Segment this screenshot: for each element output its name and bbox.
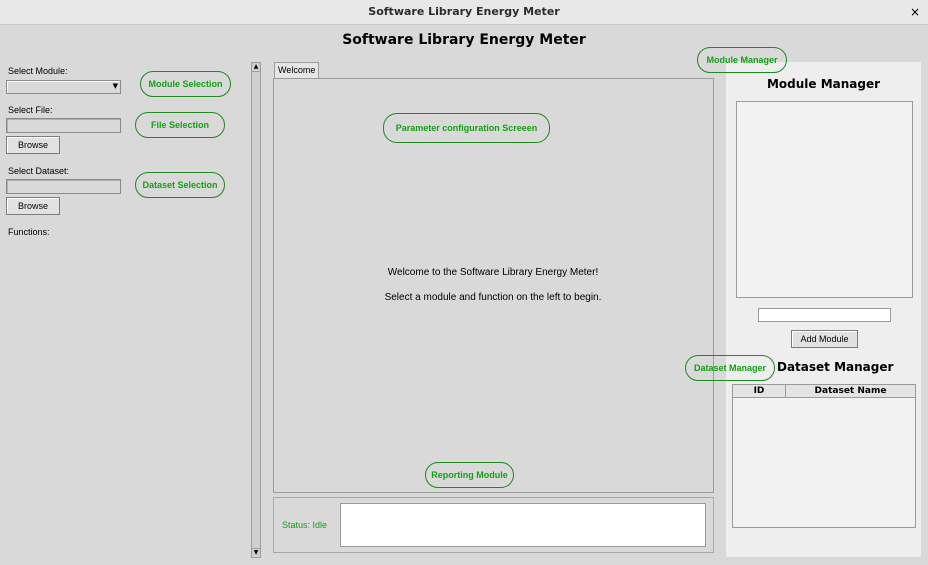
annotation-dataset-manager: Dataset Manager: [685, 355, 775, 381]
chevron-down-icon: ▼: [112, 82, 118, 90]
module-combobox[interactable]: ▼: [6, 80, 121, 94]
welcome-line-1: Welcome to the Software Library Energy M…: [387, 267, 599, 278]
app-title: Software Library Energy Meter: [342, 32, 586, 48]
module-manager-title: Module Manager: [766, 77, 881, 91]
column-header-id[interactable]: ID: [733, 385, 786, 398]
window-title: Software Library Energy Meter: [368, 5, 560, 18]
scroll-up-icon[interactable]: ▲: [252, 63, 260, 72]
status-text: Status: Idle: [282, 520, 328, 530]
select-dataset-label: Select Dataset:: [8, 166, 70, 176]
module-name-input[interactable]: [758, 308, 891, 322]
report-output: [340, 503, 706, 547]
select-file-label: Select File:: [8, 105, 53, 115]
annotation-module-selection: Module Selection: [140, 71, 231, 97]
browse-dataset-button[interactable]: Browse: [6, 197, 60, 215]
functions-label: Functions:: [8, 227, 50, 237]
annotation-module-manager: Module Manager: [697, 47, 787, 73]
welcome-line-2: Select a module and function on the left…: [384, 292, 602, 303]
browse-file-button[interactable]: Browse: [6, 136, 60, 154]
annotation-parameter-config: Parameter configuration Screeen: [383, 113, 550, 143]
scroll-down-icon[interactable]: ▼: [252, 548, 260, 557]
annotation-reporting-module: Reporting Module: [425, 462, 514, 488]
annotation-file-selection: File Selection: [135, 112, 225, 138]
module-listbox[interactable]: [736, 101, 913, 298]
vertical-scrollbar[interactable]: ▲ ▼: [251, 62, 261, 558]
file-path-input[interactable]: [6, 118, 121, 133]
select-module-label: Select Module:: [8, 66, 68, 76]
tab-welcome[interactable]: Welcome: [274, 62, 320, 78]
annotation-dataset-selection: Dataset Selection: [135, 172, 225, 198]
dataset-path-input[interactable]: [6, 179, 121, 194]
add-module-button[interactable]: Add Module: [791, 330, 858, 348]
column-header-dataset-name[interactable]: Dataset Name: [786, 385, 915, 398]
dataset-table[interactable]: ID Dataset Name: [732, 384, 916, 528]
window-titlebar: Software Library Energy Meter ×: [0, 0, 928, 25]
dataset-manager-title: Dataset Manager: [777, 360, 894, 374]
close-icon[interactable]: ×: [910, 0, 920, 24]
